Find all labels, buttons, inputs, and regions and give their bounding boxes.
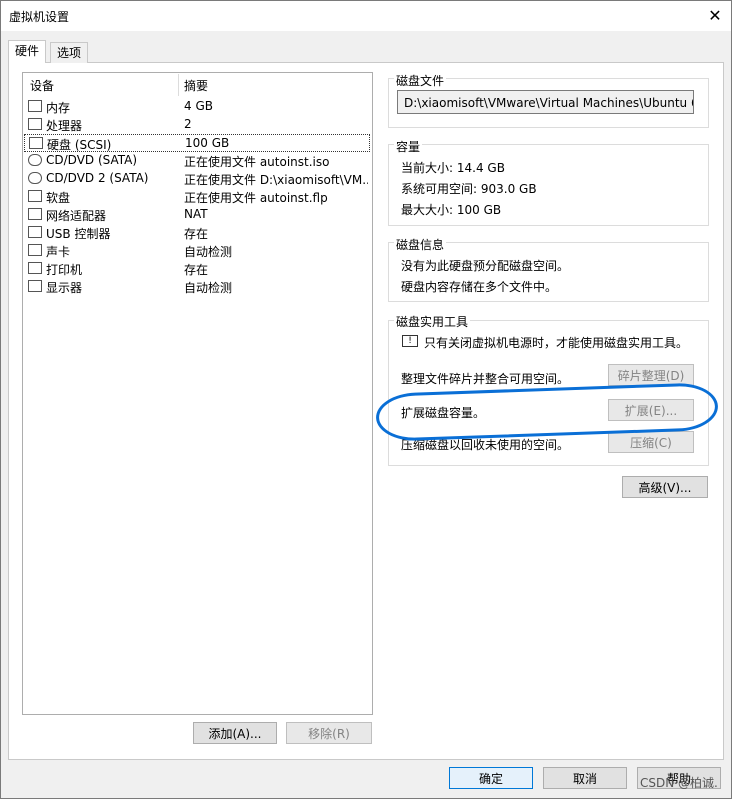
disk-info-line1: 没有为此硬盘预分配磁盘空间。 (401, 259, 570, 273)
device-summary: 存在 (184, 227, 209, 241)
usb-icon (28, 226, 42, 238)
window-title: 虚拟机设置 (9, 10, 70, 24)
device-name: 内存 (46, 101, 71, 115)
device-summary: 2 (184, 117, 192, 131)
device-row-printer[interactable]: 打印机 存在 (24, 260, 370, 278)
cd-icon (28, 154, 42, 166)
memory-icon (28, 100, 42, 112)
device-row-display[interactable]: 显示器 自动检测 (24, 278, 370, 296)
device-summary: 存在 (184, 263, 209, 277)
device-summary: 正在使用文件 D:\xiaomisoft\VM... (184, 173, 368, 187)
column-header-summary[interactable]: 摘要 (184, 77, 208, 94)
device-name: 软盘 (46, 191, 71, 205)
device-row-cddvd2[interactable]: CD/DVD 2 (SATA) 正在使用文件 D:\xiaomisoft\VM.… (24, 170, 370, 188)
advanced-button[interactable]: 高级(V)... (622, 476, 708, 498)
column-header-device[interactable]: 设备 (30, 77, 54, 94)
current-size-text: 当前大小: 14.4 GB (401, 161, 505, 175)
max-size-text: 最大大小: 100 GB (401, 203, 502, 217)
power-off-notice: 只有关闭虚拟机电源时，才能使用磁盘实用工具。 (424, 336, 689, 350)
device-name: USB 控制器 (46, 227, 111, 241)
column-divider (178, 74, 179, 96)
device-summary: 自动检测 (184, 245, 233, 259)
disk-info-label: 磁盘信息 (394, 236, 447, 253)
network-icon (28, 208, 42, 220)
disk-file-label: 磁盘文件 (394, 72, 447, 89)
close-icon[interactable]: ✕ (701, 3, 729, 29)
device-name: CD/DVD (SATA) (46, 153, 138, 167)
device-name: 声卡 (46, 245, 71, 259)
device-name: 处理器 (46, 119, 83, 133)
disk-file-path-field[interactable]: D:\xiaomisoft\VMware\Virtual Machines\Ub… (397, 90, 694, 114)
ok-button[interactable]: 确定 (449, 767, 533, 789)
device-summary: 4 GB (184, 99, 213, 113)
free-space-text: 系统可用空间: 903.0 GB (401, 182, 537, 196)
info-icon: ! (402, 335, 418, 347)
disk-info-line2: 硬盘内容存储在多个文件中。 (401, 280, 558, 294)
device-summary: 100 GB (185, 136, 230, 150)
device-name: 显示器 (46, 281, 83, 295)
tab-hardware[interactable]: 硬件 (8, 40, 47, 63)
cpu-icon (28, 118, 42, 130)
device-name: 硬盘 (SCSI) (47, 138, 112, 152)
device-row-memory[interactable]: 内存 4 GB (24, 98, 370, 116)
device-row-sound[interactable]: 声卡 自动检测 (24, 242, 370, 260)
compact-button[interactable]: 压缩(C) (608, 431, 694, 453)
printer-icon (28, 262, 42, 274)
device-summary: 正在使用文件 autoinst.iso (184, 155, 330, 169)
device-summary: NAT (184, 207, 208, 221)
remove-device-button[interactable]: 移除(R) (286, 722, 372, 744)
device-name: 打印机 (46, 263, 83, 277)
cd-icon (28, 172, 42, 184)
device-row-cddvd[interactable]: CD/DVD (SATA) 正在使用文件 autoinst.iso (24, 152, 370, 170)
device-summary: 正在使用文件 autoinst.flp (184, 191, 328, 205)
device-row-harddisk[interactable]: 硬盘 (SCSI) 100 GB (24, 134, 370, 152)
capacity-label: 容量 (394, 138, 423, 155)
tab-options[interactable]: 选项 (50, 42, 89, 63)
floppy-icon (28, 190, 42, 202)
device-row-processor[interactable]: 处理器 2 (24, 116, 370, 134)
speaker-icon (28, 244, 42, 256)
device-row-network[interactable]: 网络适配器 NAT (24, 206, 370, 224)
add-device-button[interactable]: 添加(A)... (193, 722, 277, 744)
harddisk-icon (29, 137, 43, 149)
disk-utils-label: 磁盘实用工具 (394, 313, 471, 330)
device-name: 网络适配器 (46, 209, 107, 223)
device-name: CD/DVD 2 (SATA) (46, 171, 149, 185)
watermark: CSDN @柏诚. (640, 776, 718, 790)
title-bar: 虚拟机设置 ✕ (1, 1, 731, 31)
device-row-usb[interactable]: USB 控制器 存在 (24, 224, 370, 242)
cancel-button[interactable]: 取消 (543, 767, 627, 789)
defrag-text: 整理文件碎片并整合可用空间。 (401, 372, 570, 386)
device-row-floppy[interactable]: 软盘 正在使用文件 autoinst.flp (24, 188, 370, 206)
device-summary: 自动检测 (184, 281, 233, 295)
monitor-icon (28, 280, 42, 292)
